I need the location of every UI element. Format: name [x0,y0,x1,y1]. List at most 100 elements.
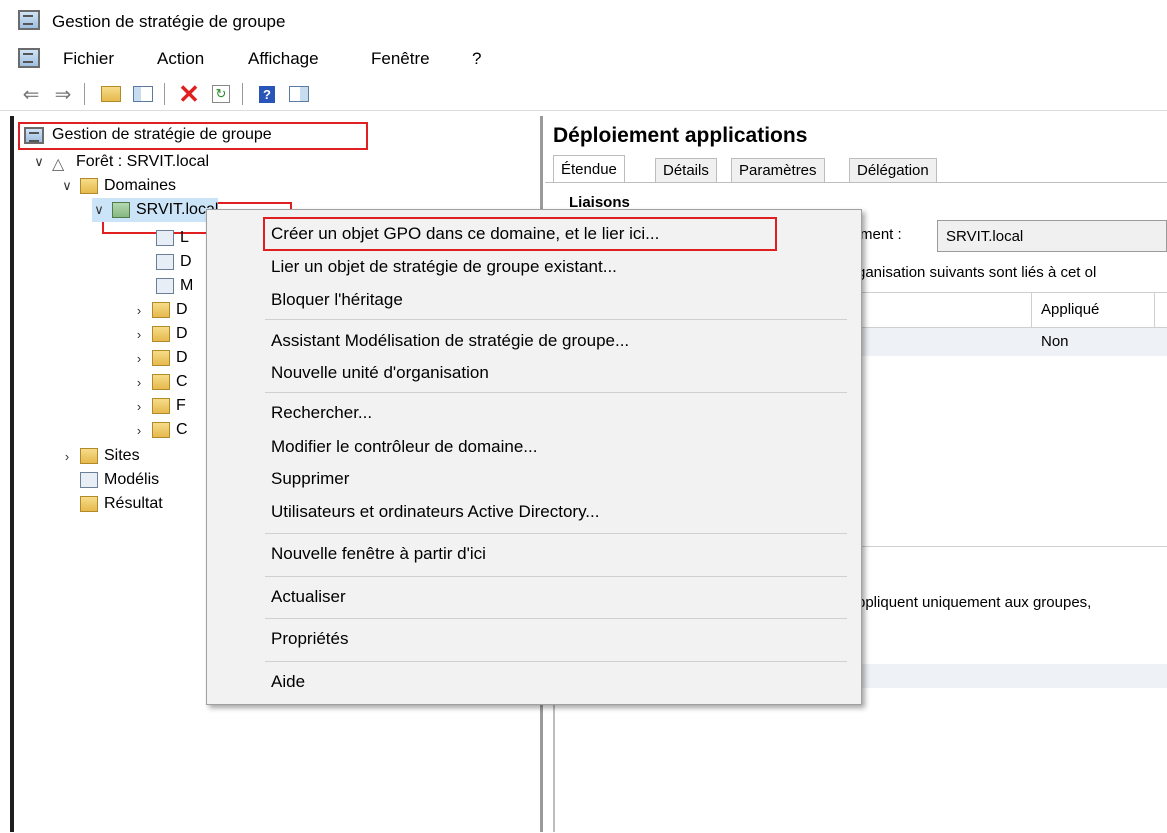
tree-item-label: D [176,325,188,342]
window-title: Gestion de stratégie de groupe [52,12,286,31]
tree-item-label: D [176,301,188,318]
gpo-link-icon [156,254,174,270]
tab-etendue[interactable]: Étendue [553,155,625,182]
menu-item-aduc[interactable]: Utilisateurs et ordinateurs Active Direc… [271,497,599,527]
folder-icon [80,178,98,194]
menu-item-link-gpo[interactable]: Lier un objet de stratégie de groupe exi… [271,252,617,282]
tree-item-results[interactable]: Résultat [74,492,163,516]
tree-item-label: L [180,229,189,246]
tab-parametres[interactable]: Paramètres [731,158,825,182]
column-header-applied[interactable]: Appliqué [1041,301,1099,318]
column-divider[interactable] [1031,293,1032,327]
chevron-down-icon[interactable]: ∨ [32,154,46,170]
menu-fichier[interactable]: Fichier [63,49,114,69]
menu-action[interactable]: Action [157,49,204,69]
table-row[interactable]: Non [855,328,1167,356]
links-description: ganisation suivants sont liés à cet ol [857,264,1097,281]
tree-item-child[interactable]: D [150,250,192,274]
toolbar-separator [164,83,165,105]
menu-separator [265,533,847,534]
ou-folder-icon [152,326,170,342]
menu-separator [265,392,847,393]
menu-item-help[interactable]: Aide [271,667,305,697]
tree-item-label: F [176,397,186,414]
up-folder-icon[interactable] [98,82,124,106]
tree-item-label: C [176,373,188,390]
tree-item-domain[interactable]: ∨ SRVIT.local [92,198,219,222]
tree-item-forest[interactable]: ∨ △ Forêt : SRVIT.local [32,150,209,174]
tree-item-domains[interactable]: ∨ Domaines [60,174,176,198]
menu-item-search[interactable]: Rechercher... [271,398,372,428]
gpo-folder-icon [152,374,170,390]
tree-item-child[interactable]: M [150,274,193,298]
tree-item-label: Forêt : SRVIT.local [76,153,210,170]
menu-help[interactable]: ? [472,49,481,69]
help-icon[interactable]: ? [254,82,280,106]
show-hide-tree-icon[interactable] [130,82,156,106]
menu-bar: Fichier Action Affichage Fenêtre ? [0,44,1167,74]
tree-item-label: Sites [104,447,140,464]
domain-label: ment : [860,226,902,243]
tree-item-child[interactable]: › F [132,394,186,418]
tree-item-child[interactable]: › C [132,370,188,394]
menu-item-properties[interactable]: Propriétés [271,624,348,654]
forward-arrow-icon[interactable]: ⇒ [50,82,76,106]
tree-item-child[interactable]: › C [132,418,188,442]
tree-item-modeling[interactable]: Modélis [74,468,159,492]
tree-item-child[interactable]: L [150,226,189,250]
chevron-right-icon[interactable]: › [132,351,146,366]
tree-item-label: D [176,349,188,366]
menu-item-new-window[interactable]: Nouvelle fenêtre à partir d'ici [271,539,486,569]
menu-item-refresh[interactable]: Actualiser [271,582,346,612]
chevron-right-icon[interactable]: › [132,423,146,438]
chevron-right-icon[interactable]: › [60,449,74,464]
tree-item-label: Gestion de stratégie de groupe [52,126,272,143]
toolbar: ⇐ ⇒ ✕ ↻ ? [0,78,1167,111]
system-menu-icon[interactable] [18,48,40,68]
menu-item-delete[interactable]: Supprimer [271,464,349,494]
tree-item-root[interactable]: Gestion de stratégie de groupe [24,123,272,147]
back-arrow-icon[interactable]: ⇐ [18,82,44,106]
domain-select-value: SRVIT.local [946,228,1024,245]
tree-item-child[interactable]: › D [132,298,188,322]
tree-item-label: Résultat [104,495,163,512]
column-divider[interactable] [1154,293,1155,327]
domain-select[interactable]: SRVIT.local [937,220,1167,252]
tree-item-label: Modélis [104,471,160,488]
tab-details[interactable]: Détails [655,158,717,182]
links-table-header: Appliqué [855,292,1167,328]
menu-separator [265,576,847,577]
applied-cell: Non [1041,333,1069,350]
gpmc-node-icon [24,126,44,144]
tree-item-sites[interactable]: › Sites [60,444,140,468]
delete-icon[interactable]: ✕ [176,79,202,109]
chevron-down-icon[interactable]: ∨ [92,202,106,218]
chevron-right-icon[interactable]: › [132,327,146,342]
chevron-down-icon[interactable]: ∨ [60,178,74,194]
gpo-link-icon [156,278,174,294]
tree-item-child[interactable]: › D [132,346,188,370]
tree-item-child[interactable]: › D [132,322,188,346]
tab-delegation[interactable]: Délégation [849,158,937,182]
menu-separator [265,319,847,320]
modeling-icon [80,472,98,488]
title-bar: Gestion de stratégie de groupe [0,0,1167,40]
chevron-right-icon[interactable]: › [132,303,146,318]
chevron-right-icon[interactable]: › [132,375,146,390]
menu-item-new-ou[interactable]: Nouvelle unité d'organisation [271,358,489,388]
filter-folder-icon [152,398,170,414]
refresh-icon[interactable]: ↻ [208,82,234,106]
menu-item-modeling-wizard[interactable]: Assistant Modélisation de stratégie de g… [271,326,629,356]
chevron-right-icon[interactable]: › [132,399,146,414]
menu-item-change-dc[interactable]: Modifier le contrôleur de domaine... [271,432,537,462]
menu-item-create-gpo[interactable]: Créer un objet GPO dans ce domaine, et l… [271,219,659,249]
menu-item-block-inheritance[interactable]: Bloquer l'héritage [271,285,403,315]
console-tree-icon[interactable] [286,82,312,106]
tree-item-label: C [176,421,188,438]
tree-item-label: Domaines [104,177,177,194]
starter-gpo-icon [152,422,170,438]
context-menu: Créer un objet GPO dans ce domaine, et l… [206,209,862,705]
ou-folder-icon [152,350,170,366]
menu-fenetre[interactable]: Fenêtre [371,49,430,69]
menu-affichage[interactable]: Affichage [248,49,319,69]
